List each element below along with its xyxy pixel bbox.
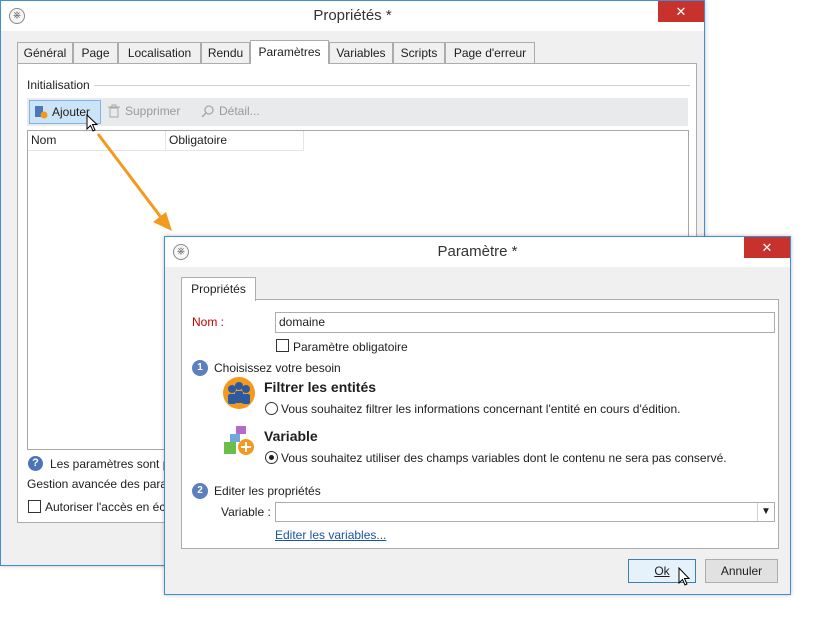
- entities-filter-icon: [223, 377, 255, 409]
- help-icon: ?: [28, 456, 43, 471]
- group-divider: [94, 85, 690, 86]
- variable-select[interactable]: ▼: [275, 502, 775, 522]
- step-1-icon: 1: [192, 360, 208, 376]
- column-header-nom[interactable]: Nom: [28, 131, 166, 151]
- dialog-close-button[interactable]: ✕: [744, 237, 790, 258]
- mouse-cursor-icon: [86, 114, 99, 132]
- step-2-label: Editer les propriétés: [214, 484, 321, 498]
- window-title: Propriétés *: [313, 7, 392, 24]
- tab-variables[interactable]: Variables: [329, 42, 393, 63]
- parameter-dialog: ⎈ Paramètre * ✕ Propriétés Nom : domaine…: [164, 236, 791, 595]
- name-label: Nom :: [192, 315, 225, 329]
- mandatory-label: Paramètre obligatoire: [293, 340, 408, 354]
- trash-icon: [108, 104, 120, 118]
- list-toolbar: Ajouter Supprimer Détail...: [27, 98, 688, 126]
- mandatory-checkbox[interactable]: [276, 339, 289, 352]
- hand-cursor-icon: [678, 567, 691, 586]
- magnifier-icon: [201, 105, 214, 118]
- group-label: Initialisation: [27, 78, 90, 92]
- chevron-down-icon[interactable]: ▼: [757, 503, 774, 521]
- option-filter-title: Filtrer les entités: [264, 379, 377, 395]
- parameter-titlebar: ⎈ Paramètre * ✕: [165, 237, 790, 267]
- option-variable-text: Vous souhaitez utiliser des champs varia…: [281, 451, 727, 465]
- properties-tabs: Général Page Localisation Rendu Paramètr…: [17, 40, 697, 64]
- edit-variables-link[interactable]: Editer les variables...: [275, 528, 386, 542]
- write-access-checkbox[interactable]: [28, 500, 41, 513]
- name-input[interactable]: domaine: [275, 312, 775, 333]
- detail-button-label: Détail...: [219, 104, 260, 118]
- tab-page-erreur[interactable]: Page d'erreur: [445, 42, 535, 63]
- cancel-button[interactable]: Annuler: [705, 559, 778, 583]
- app-logo-icon: ⎈: [9, 8, 25, 24]
- tab-proprietes[interactable]: Propriétés: [181, 277, 256, 301]
- delete-button-label: Supprimer: [125, 104, 181, 118]
- column-header-obligatoire[interactable]: Obligatoire: [166, 131, 304, 151]
- variable-label: Variable :: [221, 505, 271, 519]
- variable-radio[interactable]: [265, 451, 278, 464]
- proprietes-panel: Nom : domaine Paramètre obligatoire 1 Ch…: [181, 299, 779, 549]
- dialog-title: Paramètre *: [437, 243, 518, 260]
- detail-button[interactable]: Détail...: [199, 100, 279, 124]
- write-access-label: Autoriser l'accès en écri: [45, 500, 173, 514]
- advanced-text: Gestion avancée des paran: [27, 477, 174, 491]
- tab-rendu[interactable]: Rendu: [201, 42, 250, 63]
- add-icon: [35, 106, 48, 119]
- tab-parametres[interactable]: Paramètres: [250, 40, 329, 64]
- tab-page[interactable]: Page: [73, 42, 118, 63]
- variable-icon: [224, 426, 254, 455]
- step-1-label: Choisissez votre besoin: [214, 361, 341, 375]
- filter-radio[interactable]: [265, 402, 278, 415]
- step-2-icon: 2: [192, 483, 208, 499]
- option-filter-text: Vous souhaitez filtrer les informations …: [281, 402, 681, 416]
- delete-button[interactable]: Supprimer: [105, 100, 185, 124]
- tab-scripts[interactable]: Scripts: [393, 42, 445, 63]
- tab-localisation[interactable]: Localisation: [118, 42, 201, 63]
- dialog-logo-icon: ⎈: [173, 244, 189, 260]
- tab-general[interactable]: Général: [17, 42, 73, 63]
- close-button[interactable]: ✕: [658, 1, 704, 22]
- option-variable-title: Variable: [264, 428, 318, 444]
- info-text: Les paramètres sont p: [50, 457, 170, 471]
- add-button-label: Ajouter: [52, 105, 91, 119]
- properties-titlebar: ⎈ Propriétés * ✕: [1, 1, 704, 31]
- ok-button-label: Ok: [654, 564, 670, 578]
